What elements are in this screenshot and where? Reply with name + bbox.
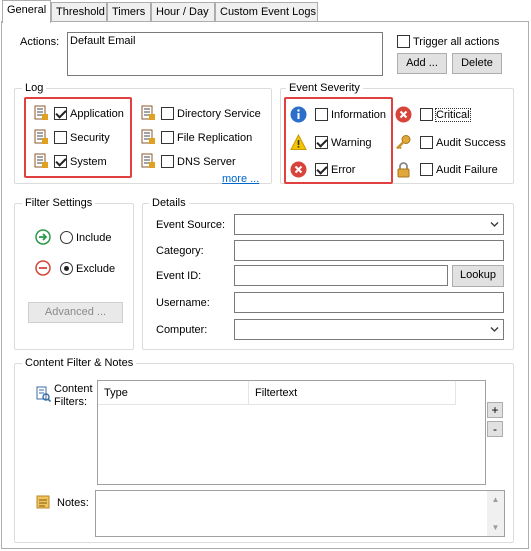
remove-filter-button[interactable]: -	[487, 421, 503, 437]
log-file-replication-label: File Replication	[177, 132, 253, 144]
grid-header-spacer	[455, 381, 485, 405]
notes-icon	[36, 495, 50, 509]
event-log-icon	[141, 105, 155, 120]
filter-settings-title: Filter Settings	[22, 197, 96, 209]
grid-header: Type Filtertext	[98, 381, 456, 405]
tab-hour-day[interactable]: Hour / Day	[151, 2, 215, 22]
event-id-label: Event ID:	[156, 270, 202, 282]
log-dns-server-checkbox[interactable]	[161, 155, 174, 168]
content-filters-grid[interactable]: Type Filtertext	[97, 380, 486, 485]
severity-audit-success-label: Audit Success	[436, 137, 506, 149]
content-filter-title: Content Filter & Notes	[22, 357, 137, 369]
tab-timers[interactable]: Timers	[107, 2, 151, 22]
tab-bar: General Threshold Timers Hour / Day Cust…	[0, 0, 531, 23]
exclude-minus-icon	[35, 260, 51, 276]
error-icon	[290, 161, 307, 178]
tab-custom-event-logs[interactable]: Custom Event Logs	[215, 2, 318, 22]
include-arrow-icon	[35, 229, 51, 245]
log-system-label: System	[70, 156, 107, 168]
severity-warning-checkbox[interactable]	[315, 136, 328, 149]
computer-combo[interactable]	[234, 319, 504, 340]
notes-label: Notes:	[57, 497, 89, 509]
notes-scrollbar[interactable]: ▲ ▼	[487, 491, 504, 536]
severity-information-label: Information	[331, 109, 387, 121]
col-filtertext-header[interactable]: Filtertext	[249, 381, 456, 405]
event-source-label: Event Source:	[156, 219, 226, 231]
notes-textarea[interactable]: ▲ ▼	[95, 490, 505, 537]
tab-threshold[interactable]: Threshold	[51, 2, 107, 22]
content-filters-label-line1: Content	[54, 383, 93, 395]
exclude-radio[interactable]	[60, 262, 73, 275]
log-security-checkbox[interactable]	[54, 131, 67, 144]
severity-critical-label: Critical	[435, 108, 471, 122]
log-directory-service-label: Directory Service	[177, 108, 261, 120]
event-log-icon	[34, 129, 48, 144]
log-security-label: Security	[70, 132, 110, 144]
event-id-input[interactable]	[234, 265, 448, 286]
delete-action-button[interactable]: Delete	[452, 53, 502, 74]
severity-critical-checkbox[interactable]	[420, 108, 433, 121]
actions-label: Actions:	[20, 36, 60, 48]
warning-icon	[290, 134, 307, 150]
details-title: Details	[149, 197, 189, 209]
critical-icon	[395, 106, 412, 123]
include-label: Include	[76, 232, 112, 244]
advanced-button[interactable]: Advanced ...	[28, 302, 123, 323]
event-log-icon	[141, 153, 155, 168]
add-action-button[interactable]: Add ...	[397, 53, 447, 74]
actions-list-item[interactable]: Default Email	[70, 35, 135, 47]
lookup-button[interactable]: Lookup	[452, 265, 504, 287]
severity-audit-failure-label: Audit Failure	[436, 164, 498, 176]
actions-list[interactable]: Default Email	[67, 32, 383, 76]
content-filters-label-line2: Filters:	[54, 396, 87, 408]
category-input[interactable]	[234, 240, 504, 261]
log-more-link[interactable]: more ...	[222, 173, 259, 185]
computer-label: Computer:	[156, 324, 208, 336]
chevron-down-icon	[490, 222, 499, 227]
event-severity-title: Event Severity	[286, 82, 363, 94]
tab-general[interactable]: General	[2, 0, 51, 23]
event-log-icon	[141, 129, 155, 144]
username-label: Username:	[156, 297, 210, 309]
severity-information-checkbox[interactable]	[315, 108, 328, 121]
severity-audit-success-checkbox[interactable]	[420, 136, 433, 149]
add-filter-button[interactable]: +	[487, 402, 503, 418]
scroll-up-icon[interactable]: ▲	[487, 491, 504, 508]
log-application-label: Application	[70, 108, 124, 120]
username-input[interactable]	[234, 292, 504, 313]
severity-audit-failure-checkbox[interactable]	[420, 163, 433, 176]
trigger-all-checkbox[interactable]	[397, 35, 410, 48]
content-filter-icon	[36, 386, 51, 402]
trigger-all-label: Trigger all actions	[413, 36, 500, 48]
event-log-icon	[34, 105, 48, 120]
severity-error-checkbox[interactable]	[315, 163, 328, 176]
info-icon	[290, 106, 307, 123]
log-directory-service-checkbox[interactable]	[161, 107, 174, 120]
log-dns-server-label: DNS Server	[177, 156, 236, 168]
event-source-combo[interactable]	[234, 214, 504, 235]
include-radio[interactable]	[60, 231, 73, 244]
category-label: Category:	[156, 245, 204, 257]
log-system-checkbox[interactable]	[54, 155, 67, 168]
log-group-title: Log	[22, 82, 47, 94]
scroll-down-icon[interactable]: ▼	[487, 519, 504, 536]
severity-error-label: Error	[331, 164, 356, 176]
chevron-down-icon	[490, 327, 499, 332]
log-file-replication-checkbox[interactable]	[161, 131, 174, 144]
log-application-checkbox[interactable]	[54, 107, 67, 120]
severity-warning-label: Warning	[331, 137, 372, 149]
event-log-icon	[34, 153, 48, 168]
col-type-header[interactable]: Type	[98, 381, 249, 405]
exclude-label: Exclude	[76, 263, 116, 275]
filter-settings-group	[14, 203, 134, 350]
lock-icon	[397, 162, 410, 178]
key-icon	[396, 135, 411, 150]
